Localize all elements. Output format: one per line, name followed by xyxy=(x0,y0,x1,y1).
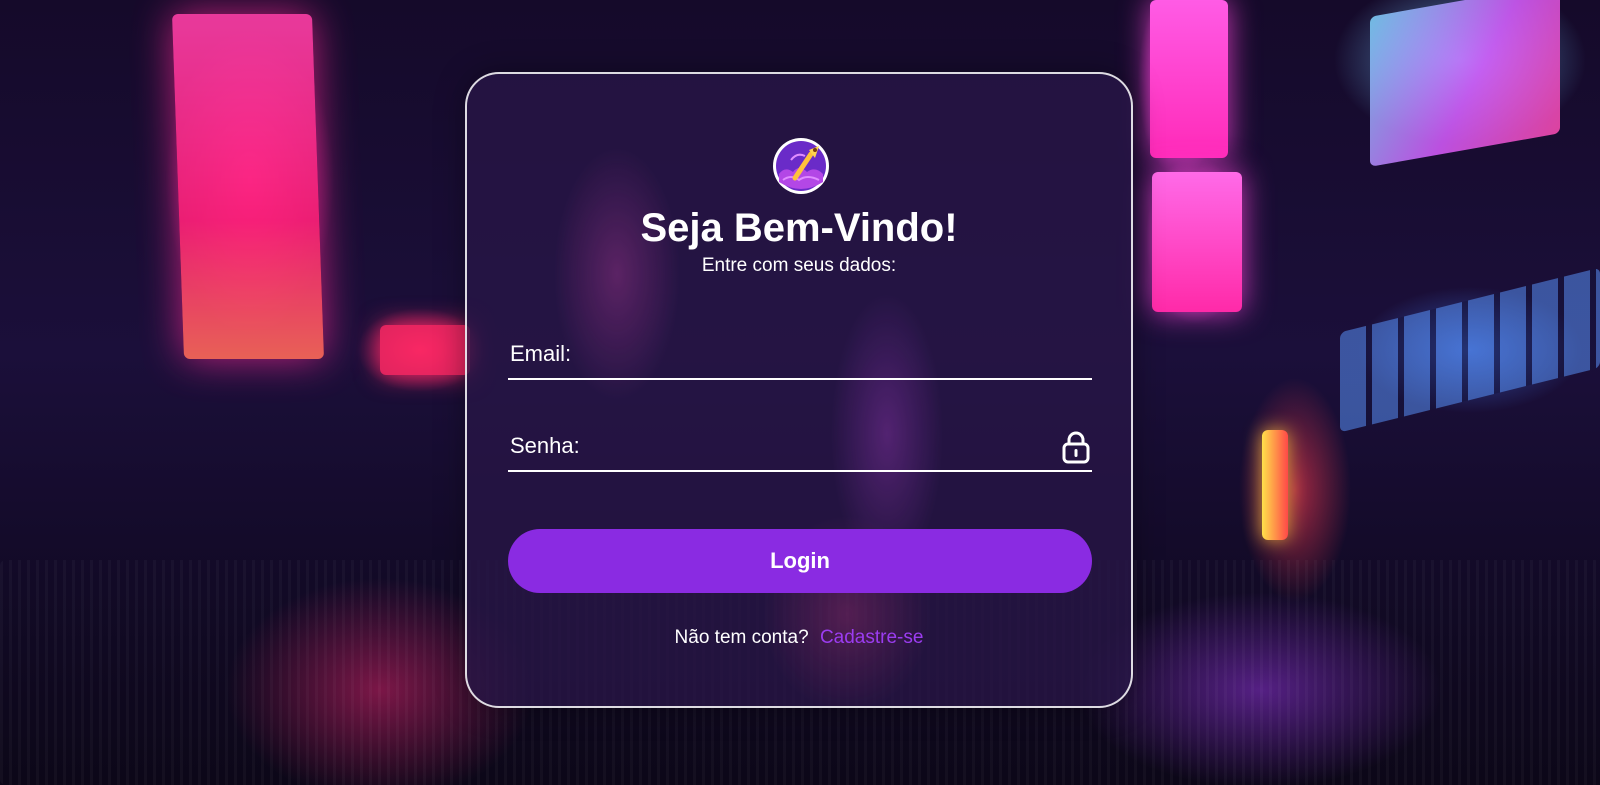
paintbrush-logo-icon xyxy=(771,136,831,196)
signup-prompt: Não tem conta? xyxy=(674,627,809,648)
neon-sign-background xyxy=(380,325,470,375)
neon-sign-background xyxy=(1152,172,1242,312)
signup-link[interactable]: Cadastre-se xyxy=(820,627,924,648)
neon-sign-background xyxy=(171,14,325,359)
neon-billboard-background xyxy=(1370,0,1560,167)
page-title: Seja Bem-Vindo! xyxy=(640,206,958,250)
login-card: Seja Bem-Vindo! Entre com seus dados: Lo… xyxy=(465,72,1133,708)
neon-sign-background xyxy=(1262,430,1288,540)
page-subtitle: Entre com seus dados: xyxy=(701,255,897,276)
password-input[interactable] xyxy=(508,422,1092,470)
email-field xyxy=(508,330,1092,380)
email-input[interactable] xyxy=(508,330,1092,378)
password-field xyxy=(508,422,1092,472)
signup-row: Não tem conta? Cadastre-se xyxy=(467,626,1131,650)
neon-sign-background xyxy=(1150,0,1228,158)
building-windows-background xyxy=(1340,267,1600,433)
lock-icon xyxy=(1060,430,1092,464)
login-page: Seja Bem-Vindo! Entre com seus dados: Lo… xyxy=(0,0,1600,785)
login-button[interactable]: Login xyxy=(508,529,1092,593)
